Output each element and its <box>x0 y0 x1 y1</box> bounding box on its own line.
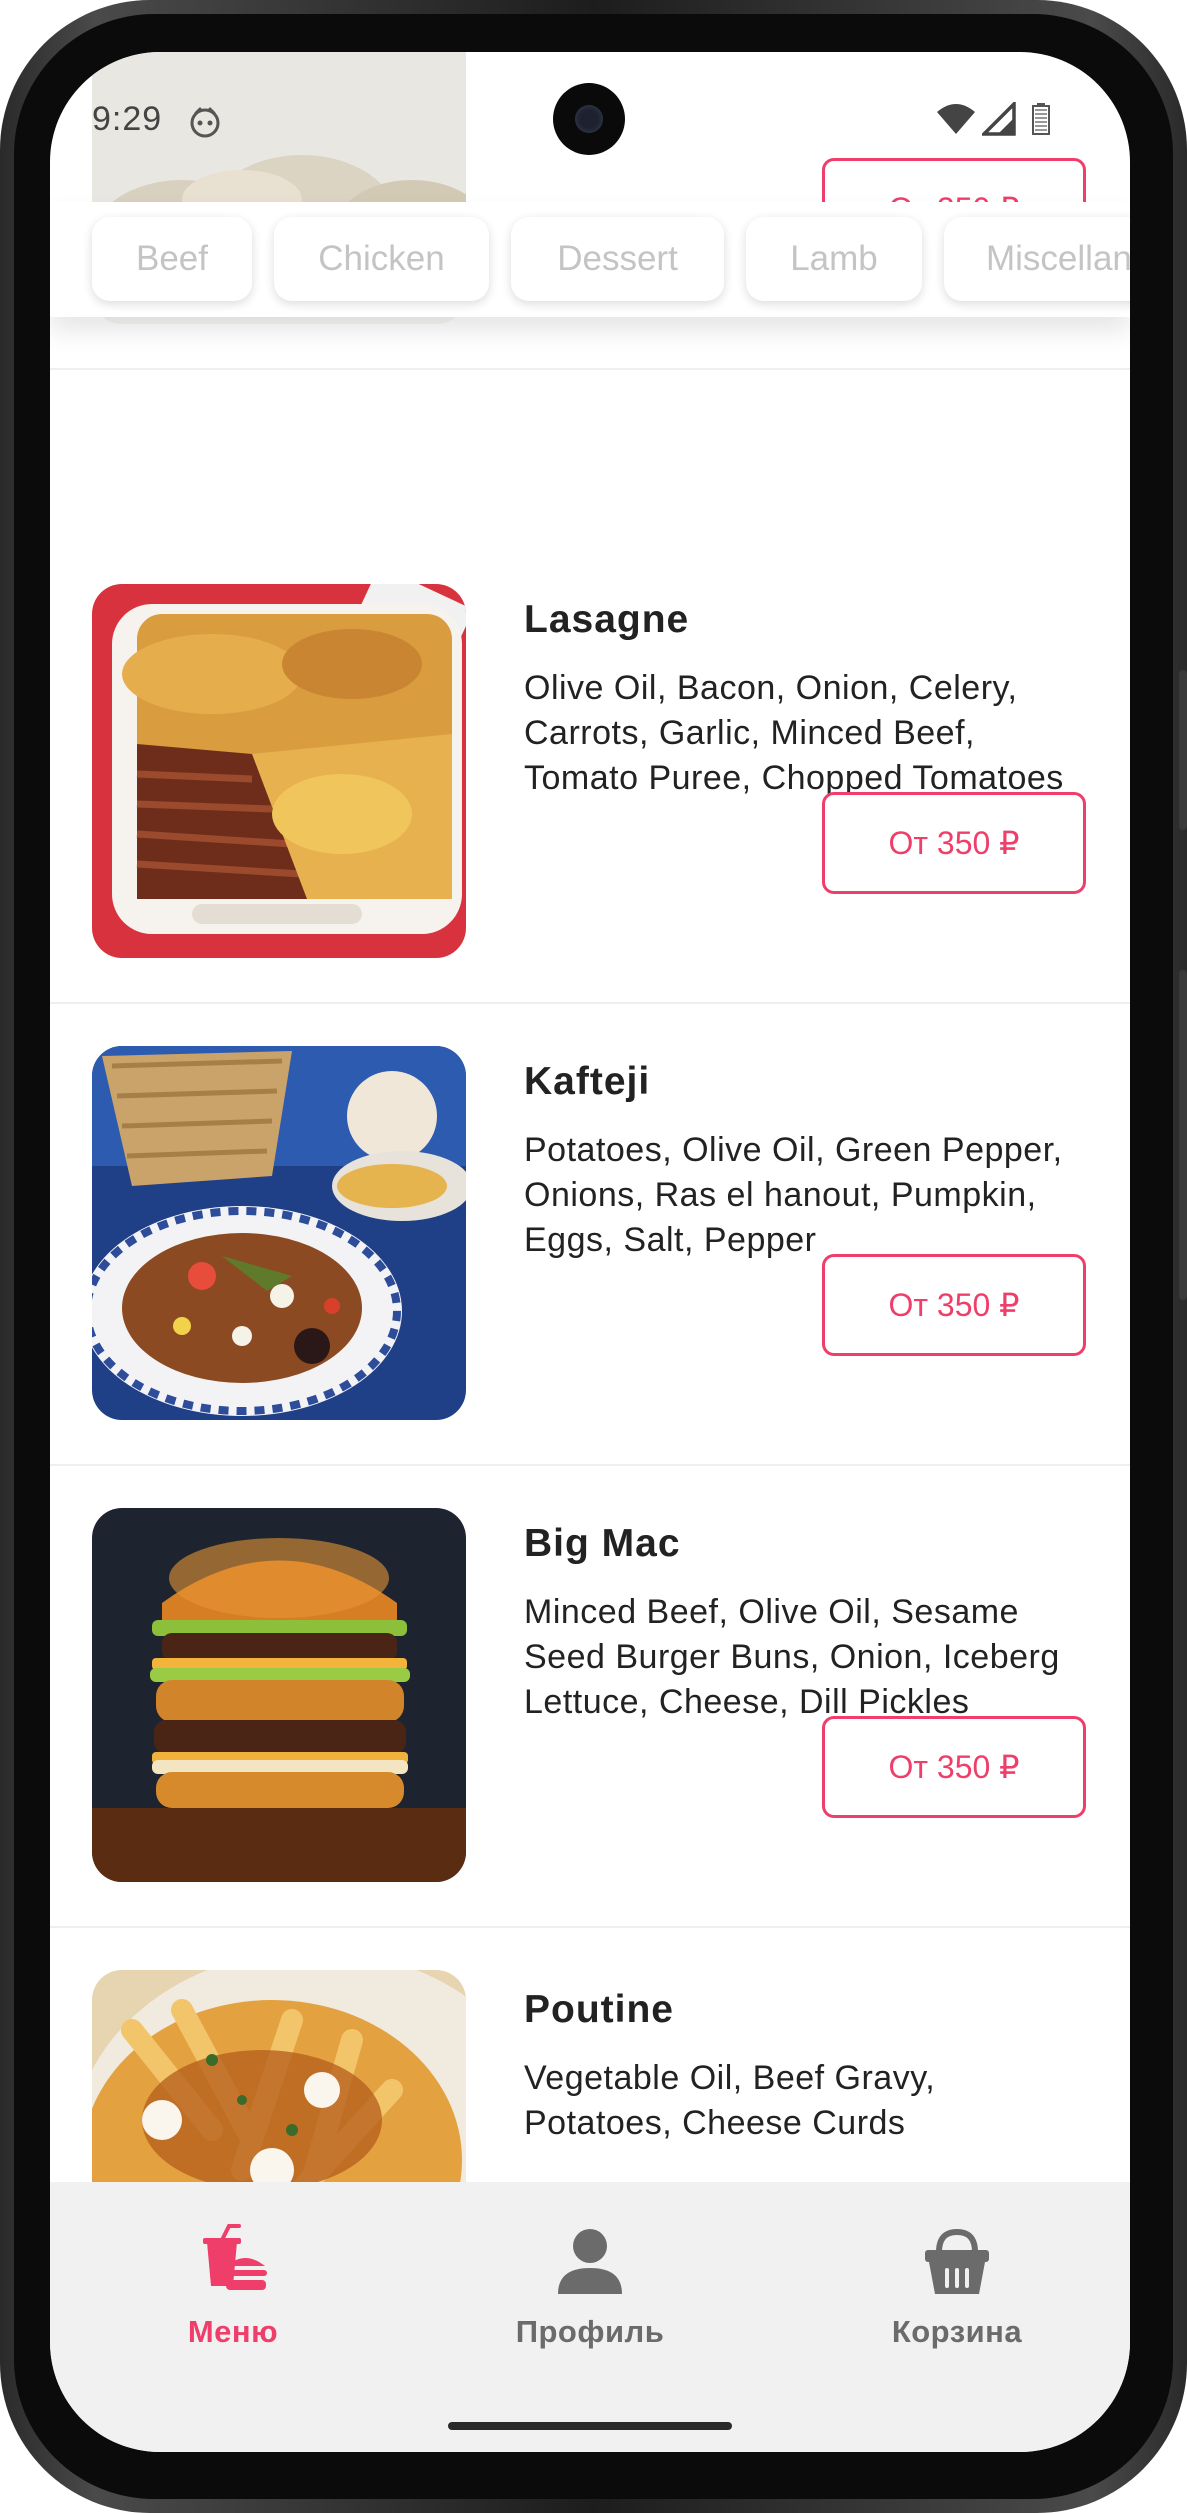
nav-cart[interactable]: Корзина <box>807 2222 1107 2372</box>
person-icon <box>558 2229 622 2294</box>
dish-title: Kafteji <box>524 1060 651 1103</box>
chip-miscellaneous[interactable]: Miscellaneous <box>944 217 1130 301</box>
status-bar: 9:29 <box>50 52 1130 192</box>
fast-food-icon <box>203 2224 267 2290</box>
screen: От 350 ₽ <box>50 52 1130 2452</box>
basket-icon <box>925 2228 989 2294</box>
dish-ingredients: Vegetable Oil, Beef Gravy, Potatoes, Che… <box>524 2059 936 2142</box>
dish-title: Big Mac <box>524 1522 681 1565</box>
home-indicator[interactable] <box>448 2422 732 2430</box>
bottom-navigation: Меню Профиль Корзина <box>50 2182 1130 2452</box>
price-button[interactable]: От 350 ₽ <box>822 1716 1086 1818</box>
menu-list[interactable]: От 350 ₽ <box>50 52 1130 2182</box>
big-mac-image <box>92 1508 466 1882</box>
dish-ingredients: Olive Oil, Bacon, Onion, Celery, Carrots… <box>524 669 1064 797</box>
price-button[interactable]: От 350 ₽ <box>822 1254 1086 1356</box>
list-item-big-mac[interactable]: Big Mac Minced Beef, Olive Oil, Sesame S… <box>50 1466 1130 1928</box>
dish-ingredients: Potatoes, Olive Oil, Green Pepper, Onion… <box>524 1131 1063 1259</box>
chip-dessert[interactable]: Dessert <box>511 217 724 301</box>
nav-cart-label: Корзина <box>891 2314 1023 2349</box>
kafteji-image <box>92 1046 466 1420</box>
phone-frame: От 350 ₽ <box>0 0 1187 2513</box>
lasagne-image <box>92 584 466 958</box>
nav-profile-label: Профиль <box>515 2314 665 2349</box>
battery-icon <box>1032 103 1050 135</box>
list-item-kafteji[interactable]: Kafteji Potatoes, Olive Oil, Green Peppe… <box>50 1004 1130 1466</box>
category-chips: Beef Chicken Dessert Lamb Miscellaneous <box>50 202 1130 317</box>
nav-menu-label: Меню <box>187 2314 279 2349</box>
nav-menu[interactable]: Меню <box>83 2222 383 2372</box>
nav-profile[interactable]: Профиль <box>440 2222 740 2372</box>
list-item-lasagne[interactable]: Lasagne Olive Oil, Bacon, Onion, Celery,… <box>50 542 1130 1004</box>
price-button[interactable]: От 350 ₽ <box>822 792 1086 894</box>
power-button <box>1179 970 1187 1300</box>
chip-lamb[interactable]: Lamb <box>746 217 922 301</box>
cellular-signal-icon <box>982 102 1016 136</box>
front-camera <box>553 83 625 155</box>
volume-button <box>1179 670 1187 830</box>
dish-title: Lasagne <box>524 598 690 641</box>
dish-ingredients: Minced Beef, Olive Oil, Sesame Seed Burg… <box>524 1593 1060 1721</box>
notification-icon <box>188 105 220 138</box>
chip-chicken[interactable]: Chicken <box>274 217 489 301</box>
status-time: 9:29 <box>92 100 163 138</box>
list-item-poutine[interactable]: Poutine Vegetable Oil, Beef Gravy, Potat… <box>50 1928 1130 2182</box>
chip-beef[interactable]: Beef <box>92 217 252 301</box>
wifi-icon <box>937 104 975 134</box>
poutine-image <box>92 1970 466 2182</box>
dish-title: Poutine <box>524 1988 674 2031</box>
